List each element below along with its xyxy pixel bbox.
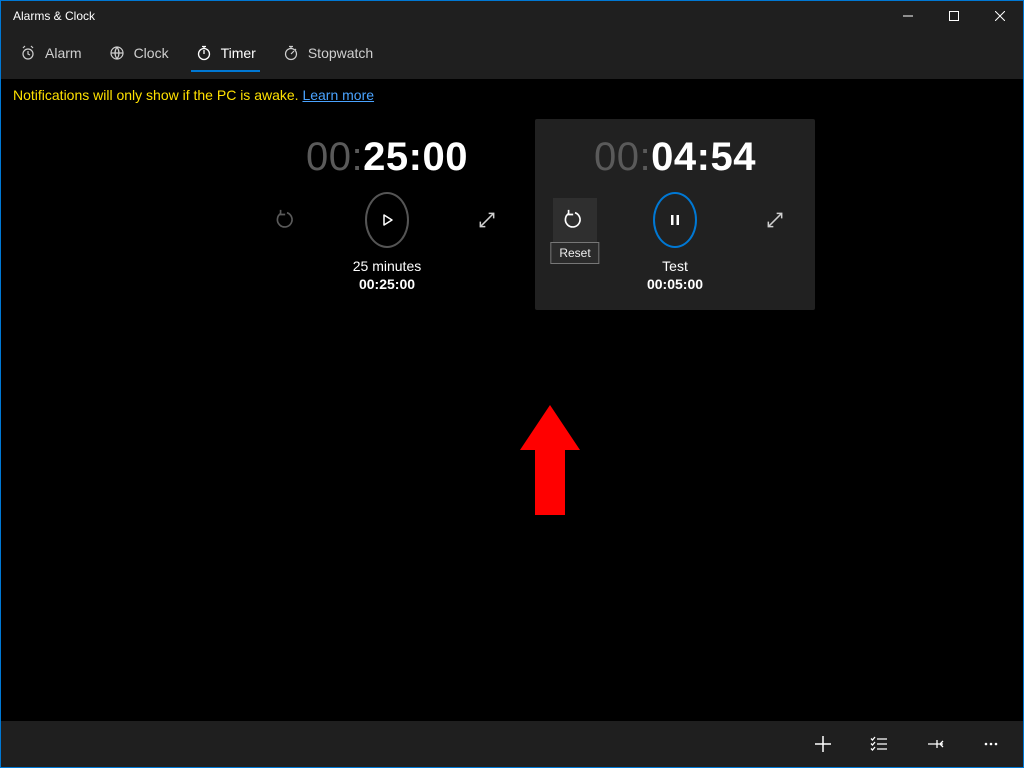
notification-bar: Notifications will only show if the PC i…	[1, 79, 1023, 113]
tab-timer-label: Timer	[221, 45, 256, 61]
tab-alarm[interactable]: Alarm	[13, 38, 88, 72]
notification-link[interactable]: Learn more	[302, 87, 374, 103]
timer-hours-dim: 00:	[306, 135, 363, 179]
notification-text: Notifications will only show if the PC i…	[13, 87, 302, 103]
tab-stopwatch-label: Stopwatch	[308, 45, 373, 61]
timer-minsec: 25:00	[363, 135, 468, 179]
reset-button[interactable]	[265, 198, 309, 242]
expand-button[interactable]	[753, 198, 797, 242]
maximize-button[interactable]	[931, 1, 977, 31]
timer-card[interactable]: 00:04:54 Reset	[535, 119, 815, 310]
more-icon	[982, 735, 1000, 753]
timer-name: 25 minutes	[255, 258, 519, 274]
play-icon	[379, 212, 395, 228]
pause-icon	[668, 213, 682, 227]
more-button[interactable]	[967, 721, 1015, 767]
add-timer-button[interactable]	[799, 721, 847, 767]
timer-hours-dim: 00:	[594, 135, 651, 179]
reset-icon	[276, 209, 298, 231]
play-button[interactable]	[365, 198, 409, 242]
tab-alarm-label: Alarm	[45, 45, 82, 61]
window-title: Alarms & Clock	[1, 9, 95, 23]
pin-icon	[926, 735, 944, 753]
minimize-icon	[903, 11, 913, 21]
timer-time-display: 00:04:54	[543, 135, 807, 180]
tab-bar: Alarm Clock Timer Stopw	[1, 31, 1023, 79]
close-icon	[995, 11, 1005, 21]
tab-stopwatch[interactable]: Stopwatch	[276, 38, 379, 72]
annotation-arrow	[520, 405, 580, 515]
tab-clock-label: Clock	[134, 45, 169, 61]
pause-button[interactable]	[653, 198, 697, 242]
timer-time-display: 00:25:00	[255, 135, 519, 180]
timer-card[interactable]: 00:25:00	[247, 119, 527, 310]
minimize-button[interactable]	[885, 1, 931, 31]
reset-button[interactable]: Reset	[553, 198, 597, 242]
reset-tooltip: Reset	[550, 242, 599, 264]
tab-timer[interactable]: Timer	[189, 38, 262, 72]
timer-icon	[195, 44, 213, 62]
timer-duration: 00:05:00	[543, 276, 807, 292]
timer-duration: 00:25:00	[255, 276, 519, 292]
clock-icon	[108, 44, 126, 62]
command-bar	[1, 721, 1023, 767]
titlebar: Alarms & Clock	[1, 1, 1023, 31]
stopwatch-icon	[282, 44, 300, 62]
select-timers-button[interactable]	[855, 721, 903, 767]
expand-icon	[765, 210, 785, 230]
timer-minsec: 04:54	[651, 135, 756, 179]
plus-icon	[814, 735, 832, 753]
pin-button[interactable]	[911, 721, 959, 767]
expand-button[interactable]	[465, 198, 509, 242]
checklist-icon	[870, 735, 888, 753]
tab-clock[interactable]: Clock	[102, 38, 175, 72]
timer-list: 00:25:00	[1, 113, 1023, 721]
close-button[interactable]	[977, 1, 1023, 31]
expand-icon	[477, 210, 497, 230]
maximize-icon	[949, 11, 959, 21]
alarm-icon	[19, 44, 37, 62]
reset-icon	[564, 209, 586, 231]
